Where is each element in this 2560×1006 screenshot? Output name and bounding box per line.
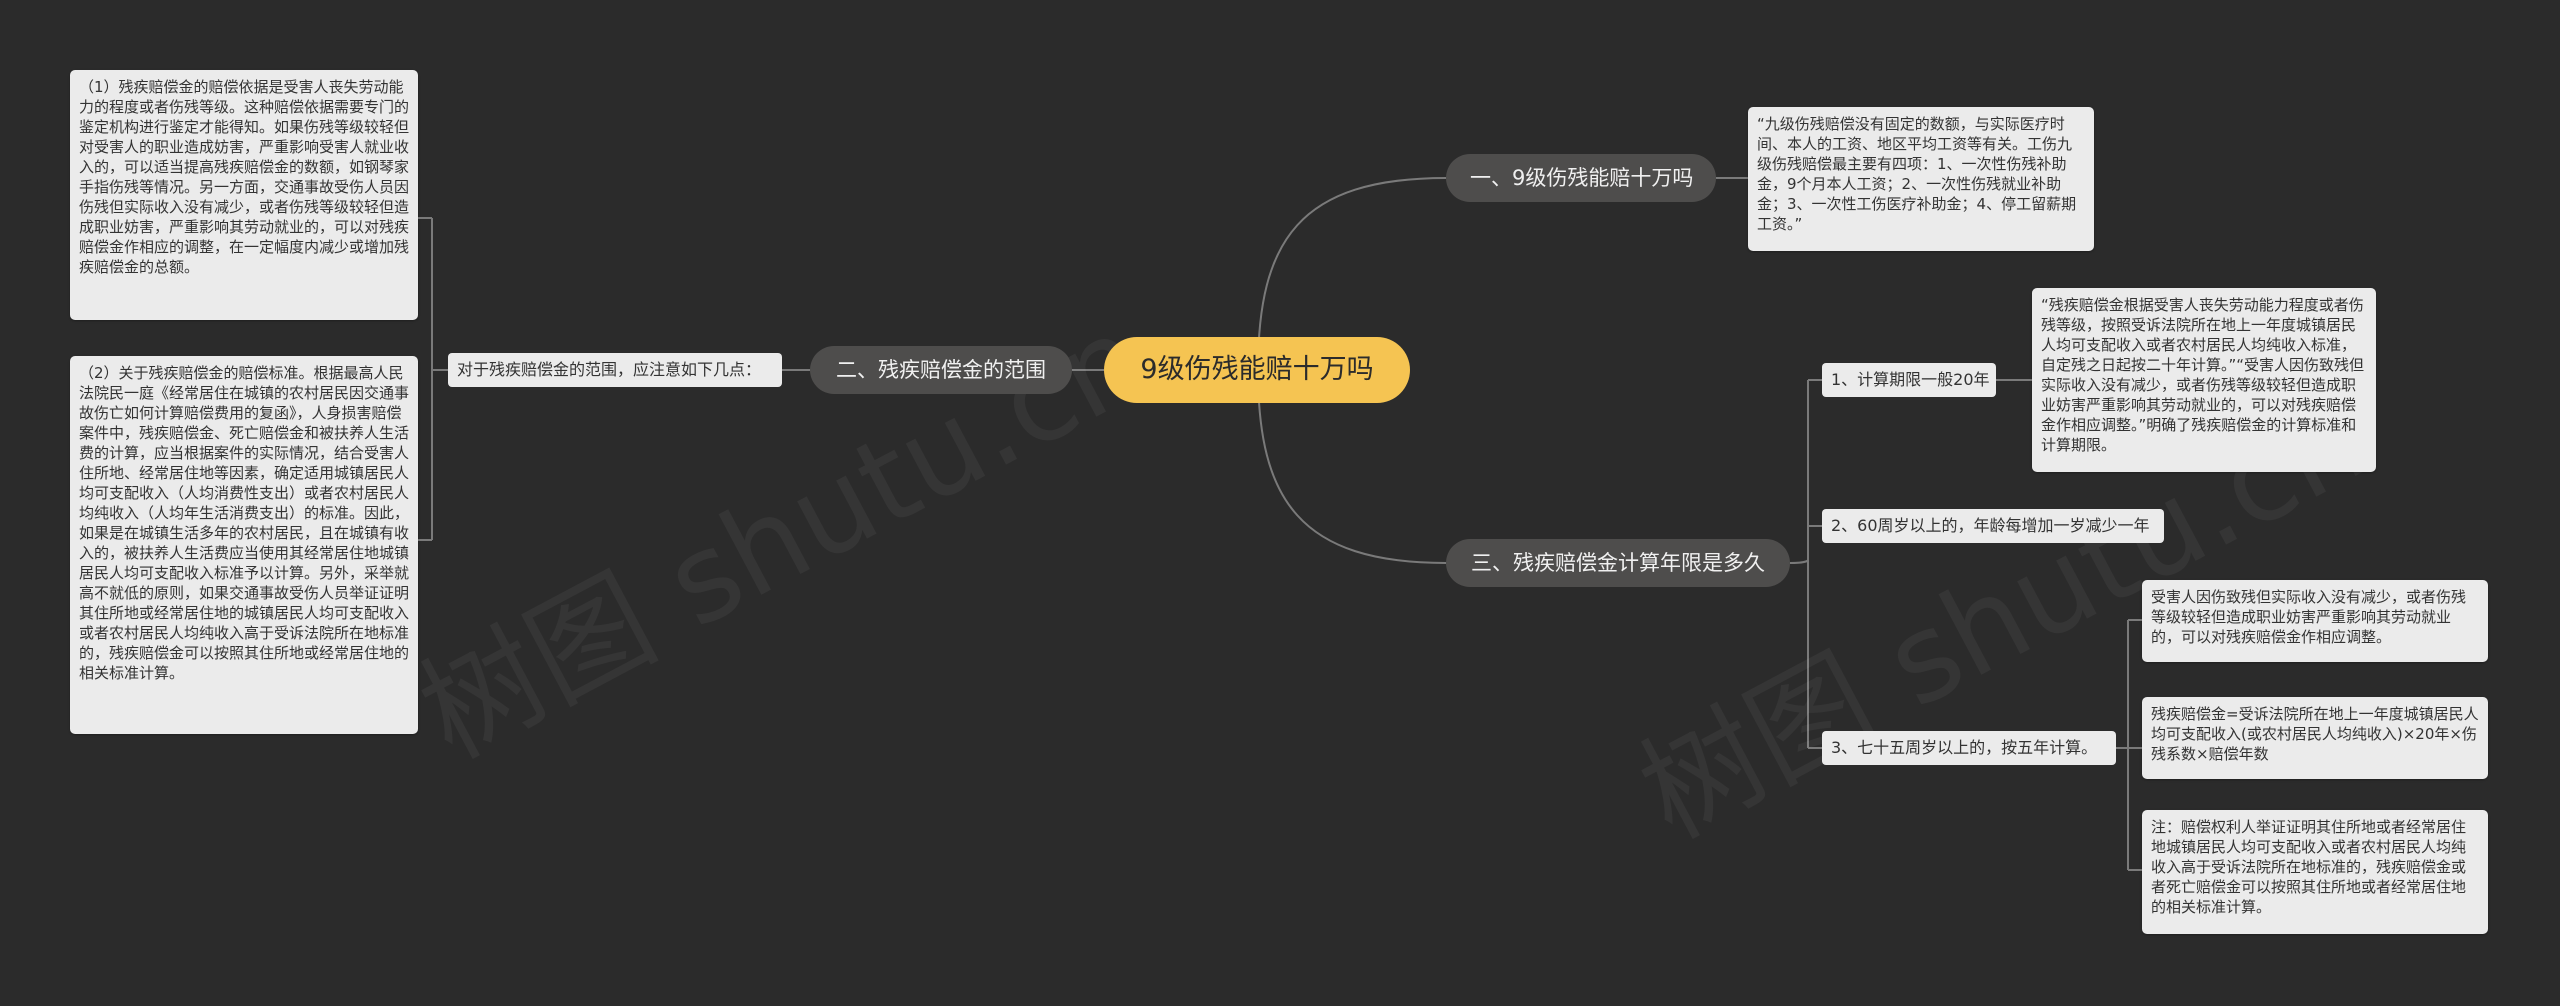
- branch-topic-2[interactable]: 二、残疾赔偿金的范围: [810, 346, 1072, 394]
- leaf-text: （1）残疾赔偿金的赔偿依据是受害人丧失劳动能力的程度或者伤残等级。这种赔偿依据需…: [79, 78, 410, 276]
- mindmap-canvas: 树图 shutu.cn 树图 shutu.cn 9级伤残能赔十万吗 一、9级伤残…: [0, 0, 2560, 1006]
- leaf-b2-2[interactable]: （2）关于残疾赔偿金的赔偿标准。根据最高人民法院民一庭《经常居住在城镇的农村居民…: [70, 356, 418, 734]
- label-text: 3、七十五周岁以上的，按五年计算。: [1831, 738, 2098, 757]
- leaf-b1[interactable]: “九级伤残赔偿没有固定的数额，与实际医疗时间、本人的工资、地区平均工资等有关。工…: [1748, 107, 2094, 251]
- root-topic-text: 9级伤残能赔十万吗: [1140, 354, 1374, 385]
- leaf-text: （2）关于残疾赔偿金的赔偿标准。根据最高人民法院民一庭《经常居住在城镇的农村居民…: [79, 364, 410, 682]
- leaf-text: 注：赔偿权利人举证证明其住所地或者经常居住地城镇居民人均可支配收入或者农村居民人…: [2151, 818, 2467, 916]
- label-b3-sub1[interactable]: 1、计算期限一般20年: [1822, 363, 1996, 397]
- label-text: 2、60周岁以上的，年龄每增加一岁减少一年: [1831, 516, 2150, 535]
- label-text: 1、计算期限一般20年: [1831, 370, 1990, 389]
- link-label-leaves: [418, 217, 448, 541]
- branch-topic-3[interactable]: 三、残疾赔偿金计算年限是多久: [1446, 539, 1790, 587]
- leaf-b3-sub3-1[interactable]: 受害人因伤致残但实际收入没有减少，或者伤残等级较轻但造成职业妨害严重影响其劳动就…: [2142, 580, 2488, 662]
- label-b2-intro[interactable]: 对于残疾赔偿金的范围，应注意如下几点：: [448, 353, 782, 387]
- label-text: 对于残疾赔偿金的范围，应注意如下几点：: [457, 360, 762, 379]
- leaf-text: 受害人因伤致残但实际收入没有减少，或者伤残等级较轻但造成职业妨害严重影响其劳动就…: [2151, 588, 2467, 646]
- root-topic[interactable]: 9级伤残能赔十万吗: [1104, 337, 1410, 403]
- leaf-text: 残疾赔偿金=受诉法院所在地上一年度城镇居民人均可支配收入(或农村居民人均纯收入)…: [2151, 705, 2479, 763]
- branch-topic-text: 一、9级伤残能赔十万吗: [1470, 166, 1694, 190]
- branch-topic-1[interactable]: 一、9级伤残能赔十万吗: [1446, 154, 1716, 202]
- leaf-b3-sub1[interactable]: “残疾赔偿金根据受害人丧失劳动能力程度或者伤残等级，按照受诉法院所在地上一年度城…: [2032, 288, 2376, 472]
- leaf-text: “九级伤残赔偿没有固定的数额，与实际医疗时间、本人的工资、地区平均工资等有关。工…: [1757, 115, 2077, 233]
- leaf-b2-1[interactable]: （1）残疾赔偿金的赔偿依据是受害人丧失劳动能力的程度或者伤残等级。这种赔偿依据需…: [70, 70, 418, 320]
- link-sub3-leaves: [2116, 619, 2142, 871]
- leaf-text: “残疾赔偿金根据受害人丧失劳动能力程度或者伤残等级，按照受诉法院所在地上一年度城…: [2041, 296, 2365, 454]
- label-b3-sub2[interactable]: 2、60周岁以上的，年龄每增加一岁减少一年: [1822, 509, 2164, 543]
- label-b3-sub3[interactable]: 3、七十五周岁以上的，按五年计算。: [1822, 731, 2116, 765]
- leaf-b3-sub3-3[interactable]: 注：赔偿权利人举证证明其住所地或者经常居住地城镇居民人均可支配收入或者农村居民人…: [2142, 810, 2488, 934]
- branch-topic-text: 三、残疾赔偿金计算年限是多久: [1471, 551, 1765, 575]
- leaf-b3-sub3-2[interactable]: 残疾赔偿金=受诉法院所在地上一年度城镇居民人均可支配收入(或农村居民人均纯收入)…: [2142, 697, 2488, 779]
- link-b3-subs: [1789, 379, 1822, 749]
- branch-topic-text: 二、残疾赔偿金的范围: [836, 358, 1046, 382]
